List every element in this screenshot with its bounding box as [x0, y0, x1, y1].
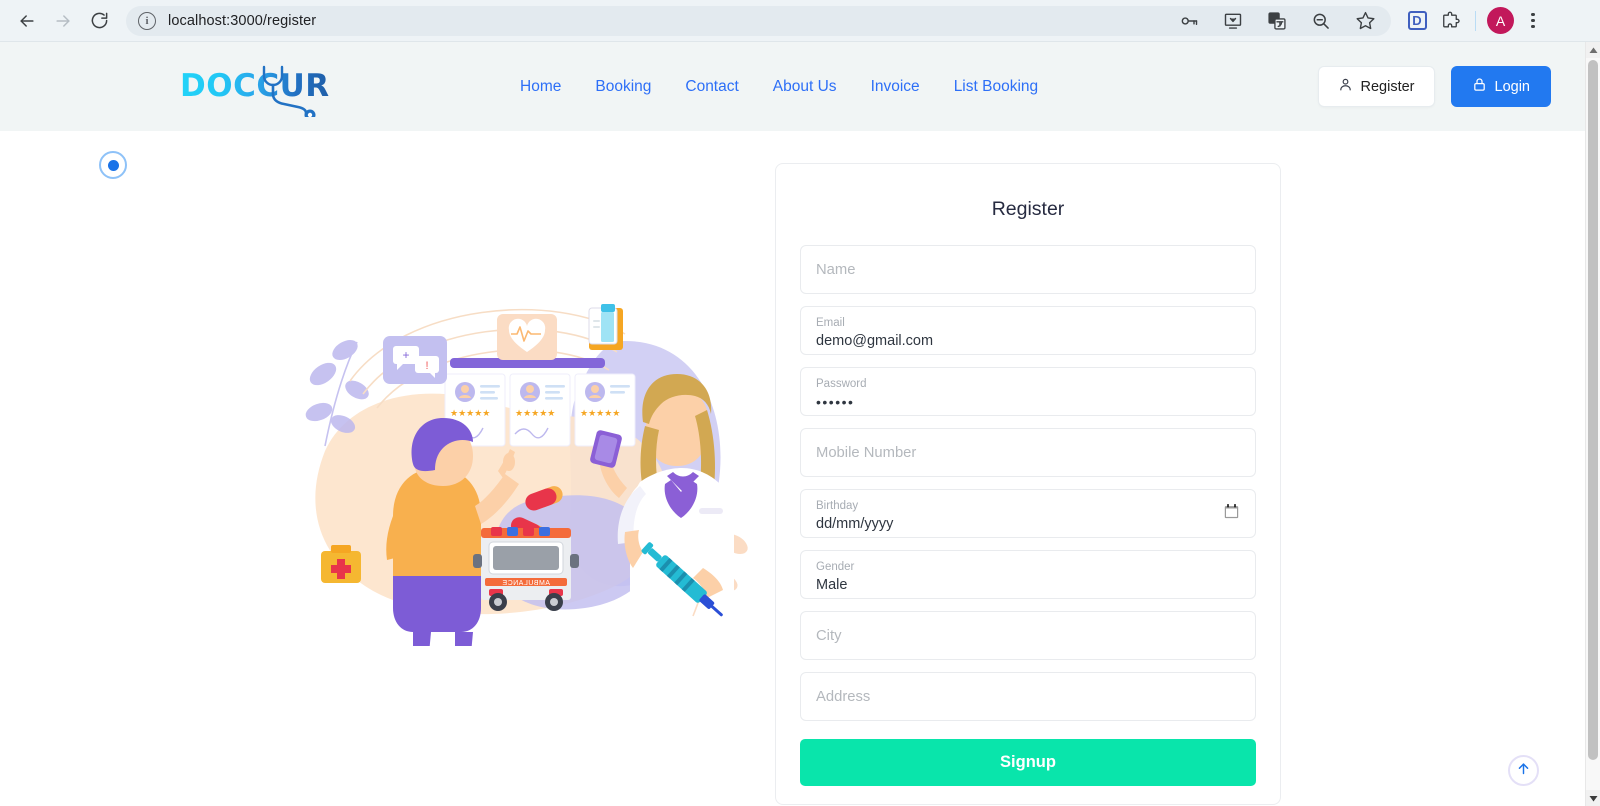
password-key-icon[interactable]	[1175, 7, 1203, 35]
back-icon[interactable]	[10, 4, 44, 38]
lock-icon	[1472, 77, 1487, 96]
svg-text:★★★★★: ★★★★★	[515, 408, 555, 418]
address-placeholder: Address	[816, 688, 871, 705]
mobile-number-placeholder: Mobile Number	[816, 444, 917, 461]
site-info-icon[interactable]: i	[138, 11, 156, 30]
translate-icon[interactable]: G	[1263, 7, 1291, 35]
status-indicator-dot[interactable]	[99, 151, 127, 179]
address-bar[interactable]: i localhost:3000/register G	[126, 5, 1391, 36]
city-placeholder: City	[816, 627, 842, 644]
page-content: ★★★★★ ★★★★★ ★★★★★ + ! AMBULANCE Register…	[0, 131, 1585, 806]
page-viewport: DOCCURE Home Booking Contact About Us In…	[0, 42, 1585, 806]
nav-item-booking[interactable]: Booking	[595, 78, 651, 96]
nav-item-contact[interactable]: Contact	[685, 78, 738, 96]
extension-d-icon[interactable]: D	[1403, 7, 1431, 35]
nav-item-invoice[interactable]: Invoice	[871, 78, 920, 96]
kebab-menu-icon[interactable]	[1519, 7, 1547, 35]
gender-label: Gender	[816, 561, 855, 574]
login-button-label: Login	[1494, 78, 1530, 95]
birthday-field[interactable]: Birthday dd/mm/yyyy	[800, 489, 1256, 538]
logo-text: DOCCURE	[180, 68, 352, 104]
install-app-icon[interactable]	[1219, 7, 1247, 35]
register-button-label: Register	[1360, 78, 1415, 95]
zoom-out-icon[interactable]	[1307, 7, 1335, 35]
browser-toolbar: i localhost:3000/register G D A	[0, 0, 1600, 42]
address-field[interactable]: Address	[800, 672, 1256, 721]
page-scrollbar[interactable]	[1585, 42, 1600, 806]
nav-item-home[interactable]: Home	[520, 78, 561, 96]
name-placeholder: Name	[816, 261, 856, 278]
illustration-pane: ★★★★★ ★★★★★ ★★★★★ + ! AMBULANCE	[0, 131, 775, 806]
gender-field[interactable]: Gender Male	[800, 550, 1256, 599]
scroll-to-top-button[interactable]	[1508, 755, 1539, 786]
bookmark-star-icon[interactable]	[1351, 7, 1379, 35]
email-field[interactable]: Email demo@gmail.com	[800, 306, 1256, 355]
url-text: localhost:3000/register	[168, 12, 317, 29]
nav-item-list-booking[interactable]: List Booking	[954, 78, 1038, 96]
site-header: DOCCURE Home Booking Contact About Us In…	[0, 42, 1585, 131]
puzzle-piece-icon[interactable]	[1436, 7, 1464, 35]
forward-icon[interactable]	[46, 4, 80, 38]
browser-extension-area: D A	[1399, 7, 1547, 35]
register-form-card: Register Name Email demo@gmail.com Passw…	[775, 163, 1281, 805]
svg-text:★★★★★: ★★★★★	[450, 408, 490, 418]
main-navigation: Home Booking Contact About Us Invoice Li…	[520, 78, 1038, 96]
login-button[interactable]: Login	[1450, 66, 1551, 107]
svg-text:★★★★★: ★★★★★	[580, 408, 620, 418]
header-actions: Register Login	[1317, 66, 1551, 107]
email-label: Email	[816, 317, 845, 330]
signup-button[interactable]: Signup	[800, 739, 1256, 786]
password-field[interactable]: Password ••••••	[800, 367, 1256, 416]
register-button[interactable]: Register	[1317, 66, 1435, 107]
scrollbar-thumb[interactable]	[1588, 60, 1598, 760]
password-label: Password	[816, 378, 867, 391]
nav-item-about-us[interactable]: About Us	[773, 78, 837, 96]
name-field[interactable]: Name	[800, 245, 1256, 294]
medical-consultation-illustration: ★★★★★ ★★★★★ ★★★★★ + ! AMBULANCE	[305, 304, 748, 646]
scrollbar-up-arrow[interactable]	[1586, 42, 1600, 58]
svg-text:+: +	[402, 348, 409, 362]
arrow-up-icon	[1516, 761, 1531, 781]
site-logo[interactable]: DOCCURE	[180, 65, 352, 117]
form-title: Register	[991, 198, 1065, 220]
password-value: ••••••	[816, 394, 855, 411]
reload-icon[interactable]	[82, 4, 116, 38]
browser-nav-buttons	[10, 4, 116, 38]
toolbar-divider	[1475, 10, 1476, 31]
calendar-icon[interactable]	[1224, 503, 1239, 524]
profile-avatar[interactable]: A	[1487, 7, 1514, 34]
birthday-value: dd/mm/yyyy	[816, 516, 894, 533]
svg-text:AMBULANCE: AMBULANCE	[502, 580, 550, 587]
svg-text:!: !	[425, 360, 428, 372]
city-field[interactable]: City	[800, 611, 1256, 660]
scrollbar-down-arrow[interactable]	[1586, 790, 1600, 806]
person-icon	[1338, 77, 1353, 96]
birthday-label: Birthday	[816, 500, 859, 513]
gender-value: Male	[816, 577, 848, 594]
mobile-number-field[interactable]: Mobile Number	[800, 428, 1256, 477]
omnibox-actions: G	[1175, 7, 1379, 35]
email-value: demo@gmail.com	[816, 333, 934, 350]
